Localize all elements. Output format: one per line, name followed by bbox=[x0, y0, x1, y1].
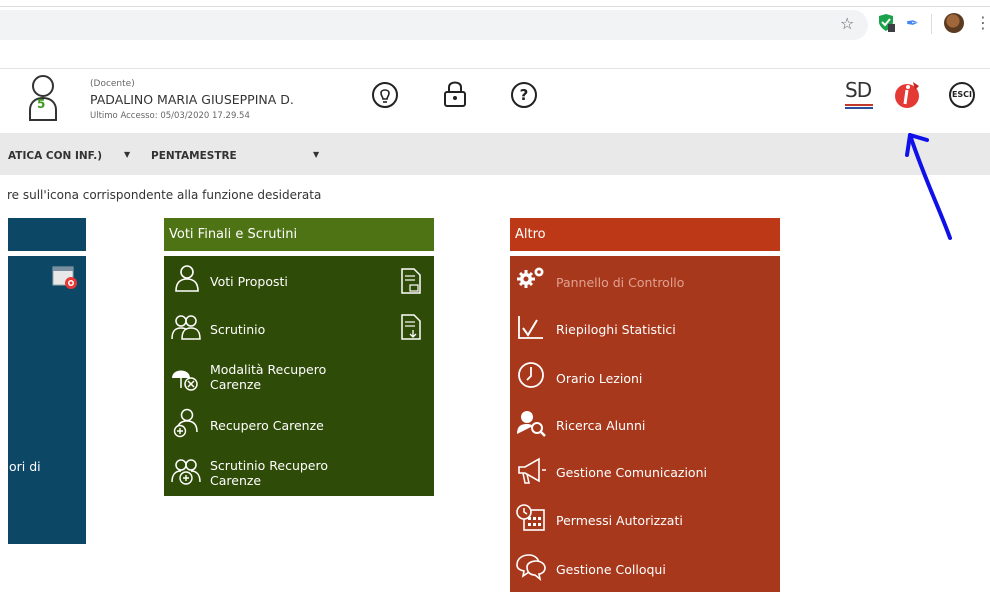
sd-logo-underline-2 bbox=[845, 107, 873, 109]
chat-bubbles-icon bbox=[516, 554, 546, 581]
sd-logo[interactable]: SD bbox=[845, 78, 872, 102]
lightbulb-icon[interactable] bbox=[371, 81, 399, 109]
menu-item-scrutinio[interactable]: Scrutinio bbox=[210, 322, 265, 337]
selection-ribbon bbox=[0, 133, 990, 175]
calendar-clock-icon bbox=[516, 504, 545, 531]
browser-menu-icon[interactable]: ⋮ bbox=[975, 13, 990, 32]
user-search-icon bbox=[517, 411, 546, 437]
menu-item-gestione-comunicazioni[interactable]: Gestione Comunicazioni bbox=[556, 465, 707, 480]
class-selector[interactable]: ATICA CON INF.) bbox=[8, 150, 102, 162]
menu-item-permessi-autorizzati[interactable]: Permessi Autorizzati bbox=[556, 513, 683, 528]
left-panel-body bbox=[8, 256, 86, 544]
menu-item-modalita-recupero[interactable]: Modalità Recupero Carenze bbox=[210, 362, 326, 392]
user-outline-icon bbox=[175, 265, 199, 292]
calendar-target-icon[interactable] bbox=[52, 266, 78, 290]
menu-item-scrutinio-recupero[interactable]: Scrutinio Recupero Carenze bbox=[210, 458, 328, 488]
clock-icon bbox=[518, 362, 544, 388]
period-dropdown-icon[interactable]: ▼ bbox=[313, 150, 319, 159]
instruction-text: re sull'icona corrispondente alla funzio… bbox=[7, 188, 322, 202]
user-role: (Docente) bbox=[90, 79, 135, 89]
user-add-icon bbox=[173, 408, 198, 438]
menu-item-riepiloghi-statistici[interactable]: Riepiloghi Statistici bbox=[556, 322, 676, 337]
left-panel-partial-item[interactable]: ori di bbox=[9, 459, 41, 474]
umbrella-cancel-icon bbox=[172, 370, 198, 391]
megaphone-icon bbox=[518, 457, 546, 484]
menu-item-ricerca-alunni[interactable]: Ricerca Alunni bbox=[556, 418, 645, 433]
sd-logo-underline bbox=[845, 104, 873, 106]
document-lock-icon[interactable] bbox=[400, 268, 422, 294]
lock-icon[interactable] bbox=[441, 79, 469, 107]
info-notification-icon[interactable] bbox=[893, 80, 923, 110]
menu-item-voti-proposti[interactable]: Voti Proposti bbox=[210, 274, 288, 289]
menu-item-recupero-carenze[interactable]: Recupero Carenze bbox=[210, 418, 324, 433]
chart-icon bbox=[518, 316, 543, 339]
help-icon[interactable]: ? bbox=[510, 81, 538, 109]
voti-panel-header: Voti Finali e Scrutini bbox=[164, 218, 434, 251]
toolbar-separator bbox=[931, 14, 932, 34]
gears-icon bbox=[517, 267, 544, 288]
menu-item-orario-lezioni[interactable]: Orario Lezioni bbox=[556, 371, 642, 386]
menu-item-gestione-colloqui[interactable]: Gestione Colloqui bbox=[556, 562, 666, 577]
menu-item-pannello-controllo[interactable]: Pannello di Controllo bbox=[556, 275, 684, 290]
users-add-icon bbox=[171, 459, 201, 485]
document-download-icon[interactable] bbox=[400, 314, 422, 340]
svg-text:?: ? bbox=[520, 86, 529, 104]
exit-button[interactable]: ESCI bbox=[949, 82, 975, 108]
avatar-number: 5 bbox=[37, 97, 46, 111]
period-selector[interactable]: PENTAMESTRE bbox=[151, 150, 237, 162]
user-name: PADALINO MARIA GIUSEPPINA D. bbox=[90, 92, 294, 107]
toolbar-divider bbox=[0, 6, 990, 7]
shield-extension-icon[interactable] bbox=[877, 14, 895, 32]
address-bar[interactable] bbox=[0, 10, 868, 40]
altro-panel-header: Altro bbox=[510, 218, 780, 251]
browser-profile-avatar[interactable] bbox=[944, 13, 964, 33]
bookmark-star-icon[interactable]: ☆ bbox=[840, 14, 854, 33]
annotation-arrow bbox=[905, 133, 952, 240]
last-access: Ultimo Accesso: 05/03/2020 17.29.54 bbox=[90, 111, 250, 121]
class-dropdown-icon[interactable]: ▼ bbox=[124, 150, 130, 159]
users-group-icon bbox=[171, 315, 201, 340]
left-panel-header bbox=[8, 218, 86, 251]
feather-extension-icon[interactable]: ✒ bbox=[906, 14, 919, 32]
